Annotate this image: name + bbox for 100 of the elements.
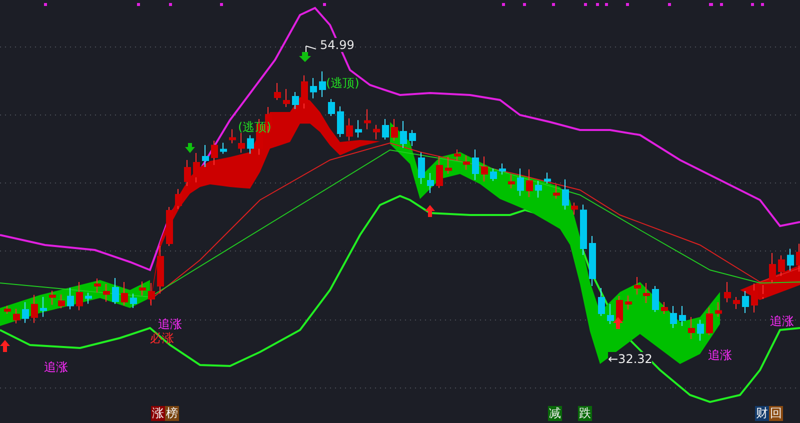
candlestick [49, 290, 56, 306]
candlestick [571, 202, 578, 216]
signal-label: (逃顶) [326, 76, 360, 90]
candlestick [787, 248, 794, 272]
candlestick [121, 282, 128, 306]
candlestick [580, 204, 587, 256]
candlestick [643, 282, 650, 304]
candlestick [229, 128, 236, 144]
candlestick [562, 178, 569, 210]
signal-label: 追涨 [708, 348, 732, 362]
candlestick [481, 156, 488, 182]
candlestick [40, 296, 47, 318]
candlestick [769, 252, 776, 284]
candlestick [778, 254, 785, 276]
price-label: ←32.32 [608, 352, 652, 366]
candlestick [139, 281, 146, 296]
candlestick [310, 78, 317, 99]
candlestick [715, 302, 722, 318]
candlestick [670, 306, 677, 328]
candlestick [553, 184, 560, 200]
candlestick [544, 172, 551, 184]
candlestick [166, 206, 173, 246]
candlestick [328, 98, 335, 116]
candlestick [373, 124, 380, 140]
candlestick [733, 296, 740, 310]
candlestick [58, 294, 65, 309]
candlestick [112, 278, 119, 304]
candlestick [418, 152, 425, 184]
candlestick [130, 293, 137, 308]
candlestick [103, 284, 110, 302]
candlestick [751, 283, 758, 313]
up-arrow-icon [0, 340, 10, 352]
marker-tag: 涨 [151, 406, 165, 421]
marker-tag: 财 [755, 406, 769, 421]
marker-tag: 榜 [165, 406, 179, 421]
candlestick [292, 92, 299, 110]
down-arrow-icon [299, 52, 311, 62]
candlestick [445, 156, 452, 174]
candlestick [247, 134, 254, 154]
up-arrow-icon [613, 317, 623, 329]
marker-tag: 回 [769, 406, 783, 421]
up-arrow-icon [425, 205, 435, 217]
candlestick [625, 295, 632, 310]
candlestick [472, 149, 479, 180]
candlestick [211, 140, 218, 166]
candlestick [490, 168, 497, 182]
candlestick [607, 304, 614, 324]
candlestick [535, 180, 542, 198]
candlestick [13, 308, 20, 324]
high-leader-icon [306, 46, 316, 52]
candlestick [679, 306, 686, 326]
candlestick [319, 70, 326, 98]
candlestick [499, 163, 506, 175]
down-arrow-icon [185, 143, 195, 153]
marker-tag: 跌 [578, 406, 592, 421]
candlestick [4, 305, 11, 314]
candlestick [508, 174, 515, 189]
candlestick [76, 282, 83, 311]
candlestick [517, 168, 524, 196]
candlestick [22, 302, 29, 324]
signal-label: 追涨 [158, 317, 182, 331]
candlestick [409, 130, 416, 146]
candlestick [265, 106, 272, 134]
candlestick [175, 188, 182, 210]
candlestick [400, 120, 407, 148]
candlestick [697, 319, 704, 342]
candlestick [724, 282, 731, 303]
candlestick [364, 108, 371, 130]
candlestick [283, 88, 290, 108]
candlestick [391, 118, 398, 142]
candlestick [382, 118, 389, 140]
candlestick [355, 120, 362, 138]
candlestick [346, 118, 353, 142]
candlestick [301, 74, 308, 109]
candlestick [454, 149, 461, 161]
candlestick [85, 292, 92, 304]
candlestick [274, 82, 281, 100]
candlestick [706, 307, 713, 336]
candlestick [94, 278, 101, 293]
candlestick [427, 172, 434, 194]
candlestick [463, 155, 470, 170]
candlestick [598, 288, 605, 316]
candlestick [238, 132, 245, 154]
signal-label: 追涨 [44, 360, 68, 374]
candlestick [67, 287, 74, 310]
candlestick [436, 156, 443, 188]
candlestick [589, 236, 596, 286]
signal-label: 必涨 [150, 331, 174, 345]
candlestick [796, 243, 800, 272]
candlestick [652, 286, 659, 312]
candlestick [31, 294, 38, 324]
candlestick [742, 290, 749, 314]
candlestick [157, 246, 164, 294]
candlestick [193, 152, 200, 183]
candlestick [220, 142, 227, 154]
price-label: 54.99 [320, 38, 354, 52]
candlestick [634, 276, 641, 295]
candlestick [148, 282, 155, 306]
candlestick [526, 168, 533, 198]
marker-tag: 减 [548, 406, 562, 421]
